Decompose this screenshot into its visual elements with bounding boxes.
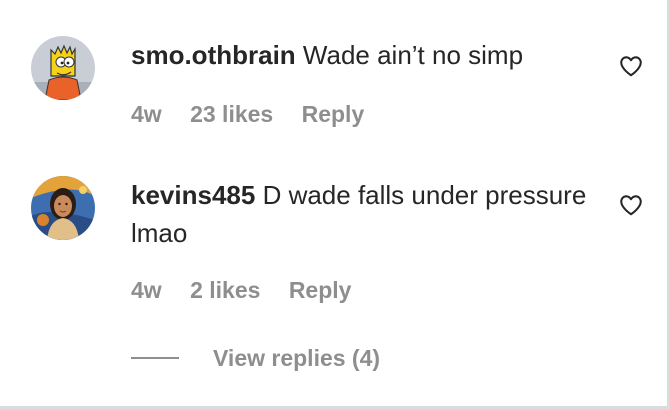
reply-button[interactable]: Reply (302, 101, 365, 127)
comment-meta: 4w 2 likes Reply (131, 277, 373, 304)
heart-outline-icon[interactable] (618, 53, 644, 79)
comment-username[interactable]: kevins485 (131, 180, 255, 210)
comment-time[interactable]: 4w (131, 277, 162, 303)
avatar[interactable] (31, 36, 95, 100)
view-replies-label: View replies (4) (213, 344, 381, 371)
avatar[interactable] (31, 176, 95, 240)
view-replies-button[interactable]: View replies (4) (131, 343, 380, 373)
illustrated-person-avatar-icon (31, 176, 95, 240)
reply-button[interactable]: Reply (289, 277, 352, 303)
comment-username[interactable]: smo.othbrain (131, 40, 296, 70)
comment-time[interactable]: 4w (131, 101, 162, 127)
replies-divider-line (131, 357, 179, 359)
comment-text: kevins485 D wade falls under pressure lm… (131, 176, 601, 252)
heart-outline-icon[interactable] (618, 192, 644, 218)
bart-simpson-avatar-icon (31, 36, 95, 100)
comment-text: smo.othbrain Wade ain’t no simp (131, 36, 601, 74)
comment-likes[interactable]: 23 likes (190, 101, 273, 127)
comment-item: kevins485 D wade falls under pressure lm… (0, 150, 670, 340)
comment-likes[interactable]: 2 likes (190, 277, 260, 303)
comment-body: Wade ain’t no simp (302, 40, 524, 70)
frame-border-bottom (0, 406, 670, 410)
comment-meta: 4w 23 likes Reply (131, 101, 386, 128)
comment-item: smo.othbrain Wade ain’t no simp 4w 23 li… (0, 0, 670, 150)
